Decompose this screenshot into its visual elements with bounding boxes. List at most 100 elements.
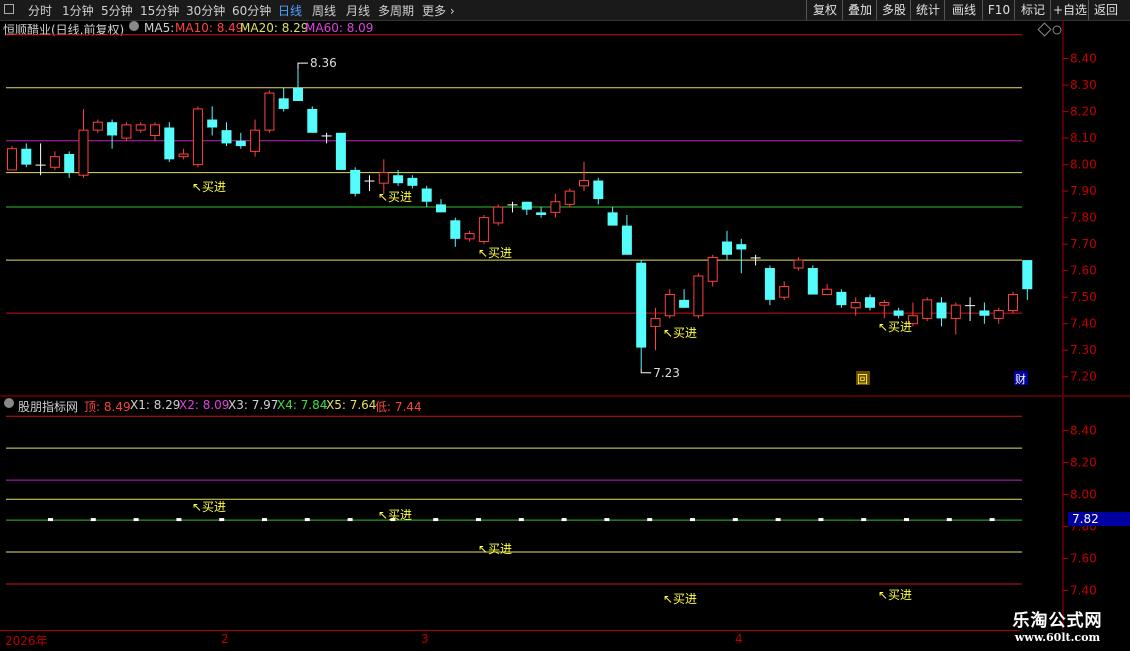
candle-body	[364, 180, 375, 182]
indicator-dot	[561, 518, 567, 522]
candle-body	[521, 201, 532, 210]
candle-body	[836, 291, 847, 306]
date-label-apr: 4	[735, 632, 743, 646]
candle-body	[1022, 260, 1033, 290]
candle-body	[979, 310, 990, 316]
candle-body	[107, 122, 118, 136]
indicator-dot	[604, 518, 610, 522]
candle-body	[335, 132, 346, 170]
high-price-label: 8.36	[310, 56, 337, 70]
candle-body	[307, 108, 318, 133]
candle-body	[621, 225, 632, 255]
candle-body	[965, 305, 976, 307]
candle-body	[393, 175, 404, 184]
high-pointer	[297, 62, 308, 70]
candle-body	[1008, 294, 1018, 311]
candle-body	[750, 257, 761, 259]
indicator-y-tick-label: 7.40	[1070, 583, 1097, 597]
indicator-dot	[133, 518, 139, 522]
candle-body	[636, 262, 647, 348]
diamond-icon[interactable]	[1037, 22, 1052, 37]
watermark-title: 乐淘公式网	[1012, 611, 1103, 631]
candle-body	[936, 302, 947, 319]
candle-body	[436, 204, 446, 213]
indicator-dot	[433, 518, 439, 522]
indicator-buy-signal-label: ↖买进	[663, 592, 697, 606]
indicator-dot	[647, 518, 653, 522]
candle-body	[192, 108, 203, 166]
y-tick-label: 7.80	[1070, 211, 1097, 225]
indicator-dot	[219, 518, 225, 522]
candle-body	[679, 299, 690, 308]
candle-body	[264, 92, 275, 131]
candle-body	[450, 220, 461, 239]
y-tick-label: 7.30	[1070, 343, 1097, 357]
candle-body	[121, 124, 132, 139]
candle-body	[579, 180, 589, 187]
y-tick-label: 7.70	[1070, 237, 1097, 251]
watermark-url: www.60lt.com	[1014, 631, 1101, 644]
candle-body	[893, 310, 904, 316]
candle-body	[993, 309, 1004, 319]
date-label-feb: 2	[221, 632, 229, 646]
buy-signal-label: ↖买进	[378, 190, 412, 204]
chart-canvas: 8.40 8.30 8.20 8.10 8.00 7.90 7.80 7.70 7.60 7.50…	[0, 21, 1130, 630]
candle-body	[793, 259, 804, 269]
date-axis: 2026年 2 3 4	[0, 630, 1020, 651]
candle-body	[865, 297, 875, 308]
indicator-dot	[861, 518, 867, 522]
indicator-dot	[476, 518, 481, 522]
buy-signal-label: ↖买进	[878, 320, 912, 334]
indicator-dot	[176, 518, 182, 522]
candle-body	[850, 302, 861, 309]
indicator-dot	[989, 518, 995, 522]
candle-body	[478, 217, 489, 243]
watermark-logo: 乐淘公式网 www.60lt.com	[985, 600, 1130, 650]
candle-body	[250, 129, 261, 152]
candle-body	[764, 268, 775, 300]
candle-body	[92, 121, 103, 131]
indicator-dot	[946, 518, 952, 522]
indicator-dot	[818, 518, 824, 522]
candle-body	[321, 135, 332, 137]
candle-body	[35, 164, 46, 166]
indicator-buy-signal-label: ↖买进	[878, 588, 912, 602]
candle-body	[564, 190, 575, 205]
low-price-label: 7.23	[653, 366, 680, 380]
candle-body	[278, 98, 289, 109]
candle-body	[164, 127, 175, 160]
indicator-y-tick-label: 8.00	[1070, 488, 1097, 502]
low-pointer	[640, 368, 652, 374]
indicator-buy-signal-label: ↖买进	[378, 508, 412, 522]
indicator-dot	[690, 518, 695, 522]
candle-body	[536, 212, 547, 215]
marker-label: 回	[857, 373, 868, 386]
candle-body	[135, 124, 146, 131]
date-label-year: 2026年	[5, 634, 48, 648]
indicator-dot	[347, 518, 353, 522]
candle-body	[378, 172, 389, 184]
y-tick-label: 7.60	[1070, 264, 1097, 278]
y-tick-label: 7.50	[1070, 290, 1097, 304]
candle-body	[464, 233, 475, 240]
candle-body	[235, 140, 246, 147]
y-tick-label: 8.20	[1070, 105, 1097, 119]
candle-body	[421, 188, 432, 202]
circle-option-icon[interactable]	[1052, 25, 1062, 35]
candle-body	[21, 148, 32, 165]
buy-signal-label: ↖买进	[663, 326, 697, 340]
candle-body	[736, 244, 747, 250]
y-tick-label: 8.00	[1070, 158, 1097, 172]
candle-body	[221, 130, 232, 144]
indicator-y-tick-label: 8.20	[1070, 456, 1097, 470]
current-value-label: 7.82	[1072, 512, 1099, 526]
candle-body	[78, 129, 89, 176]
indicator-dot	[90, 518, 96, 522]
y-tick-label: 8.40	[1070, 52, 1097, 66]
candle-body	[7, 148, 17, 171]
candle-body	[350, 169, 361, 194]
candle-body	[607, 212, 618, 226]
candle-body	[664, 294, 675, 317]
candle-body	[650, 317, 661, 327]
candle-body	[950, 304, 961, 319]
